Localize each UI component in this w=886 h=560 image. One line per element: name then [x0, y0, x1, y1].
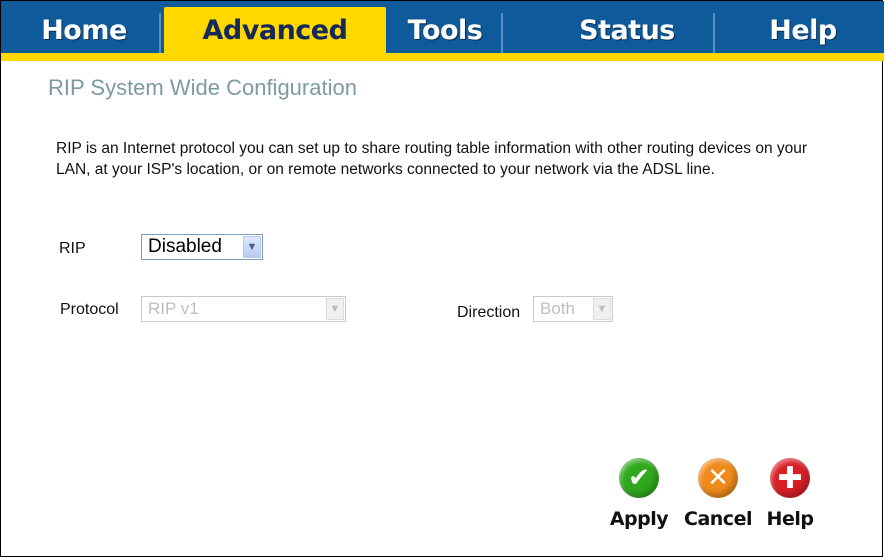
tab-home[interactable]: Home	[9, 7, 161, 53]
chevron-down-icon: ▼	[593, 298, 611, 320]
tab-help[interactable]: Help	[728, 7, 878, 53]
protocol-label: Protocol	[60, 301, 119, 318]
x-icon: ✕	[698, 458, 738, 498]
page-title: RIP System Wide Configuration	[48, 75, 357, 100]
direction-select: Both ▼	[533, 296, 613, 322]
direction-label: Direction	[457, 304, 521, 321]
tab-tools[interactable]: Tools	[389, 7, 503, 53]
protocol-select-value: RIP v1	[148, 299, 199, 318]
tab-home-label: Home	[41, 14, 127, 46]
plus-icon: ✚	[770, 458, 810, 498]
router-config-page: Home Advanced Tools Status Help RIP Syst…	[0, 0, 884, 557]
top-nav: Home Advanced Tools Status Help	[1, 1, 884, 53]
tab-help-label: Help	[769, 14, 837, 46]
tab-status[interactable]: Status	[541, 7, 715, 53]
help-button[interactable]: ✚ Help	[755, 458, 825, 530]
active-tab-underline	[1, 53, 884, 61]
rip-select-value: Disabled	[148, 236, 222, 257]
direction-select-value: Both	[540, 299, 575, 318]
tab-advanced-label: Advanced	[202, 14, 348, 46]
help-label: Help	[766, 508, 814, 530]
apply-label: Apply	[609, 508, 669, 530]
description: RIP is an Internet protocol you can set …	[56, 140, 808, 178]
tab-status-label: Status	[579, 14, 675, 46]
tab-advanced[interactable]: Advanced	[164, 7, 386, 53]
tab-separator	[501, 13, 503, 53]
chevron-down-icon[interactable]: ▼	[243, 236, 261, 258]
chevron-down-icon: ▼	[326, 298, 344, 320]
rip-select[interactable]: Disabled ▼	[141, 234, 263, 260]
check-icon: ✔	[619, 458, 659, 498]
rip-label: RIP	[59, 240, 86, 257]
tab-separator	[713, 13, 715, 53]
tab-separator	[159, 13, 161, 53]
protocol-select: RIP v1 ▼	[141, 296, 346, 322]
tab-tools-label: Tools	[407, 14, 483, 46]
cancel-button[interactable]: ✕ Cancel	[683, 458, 753, 530]
apply-button[interactable]: ✔ Apply	[604, 458, 674, 530]
cancel-label: Cancel	[684, 508, 752, 530]
